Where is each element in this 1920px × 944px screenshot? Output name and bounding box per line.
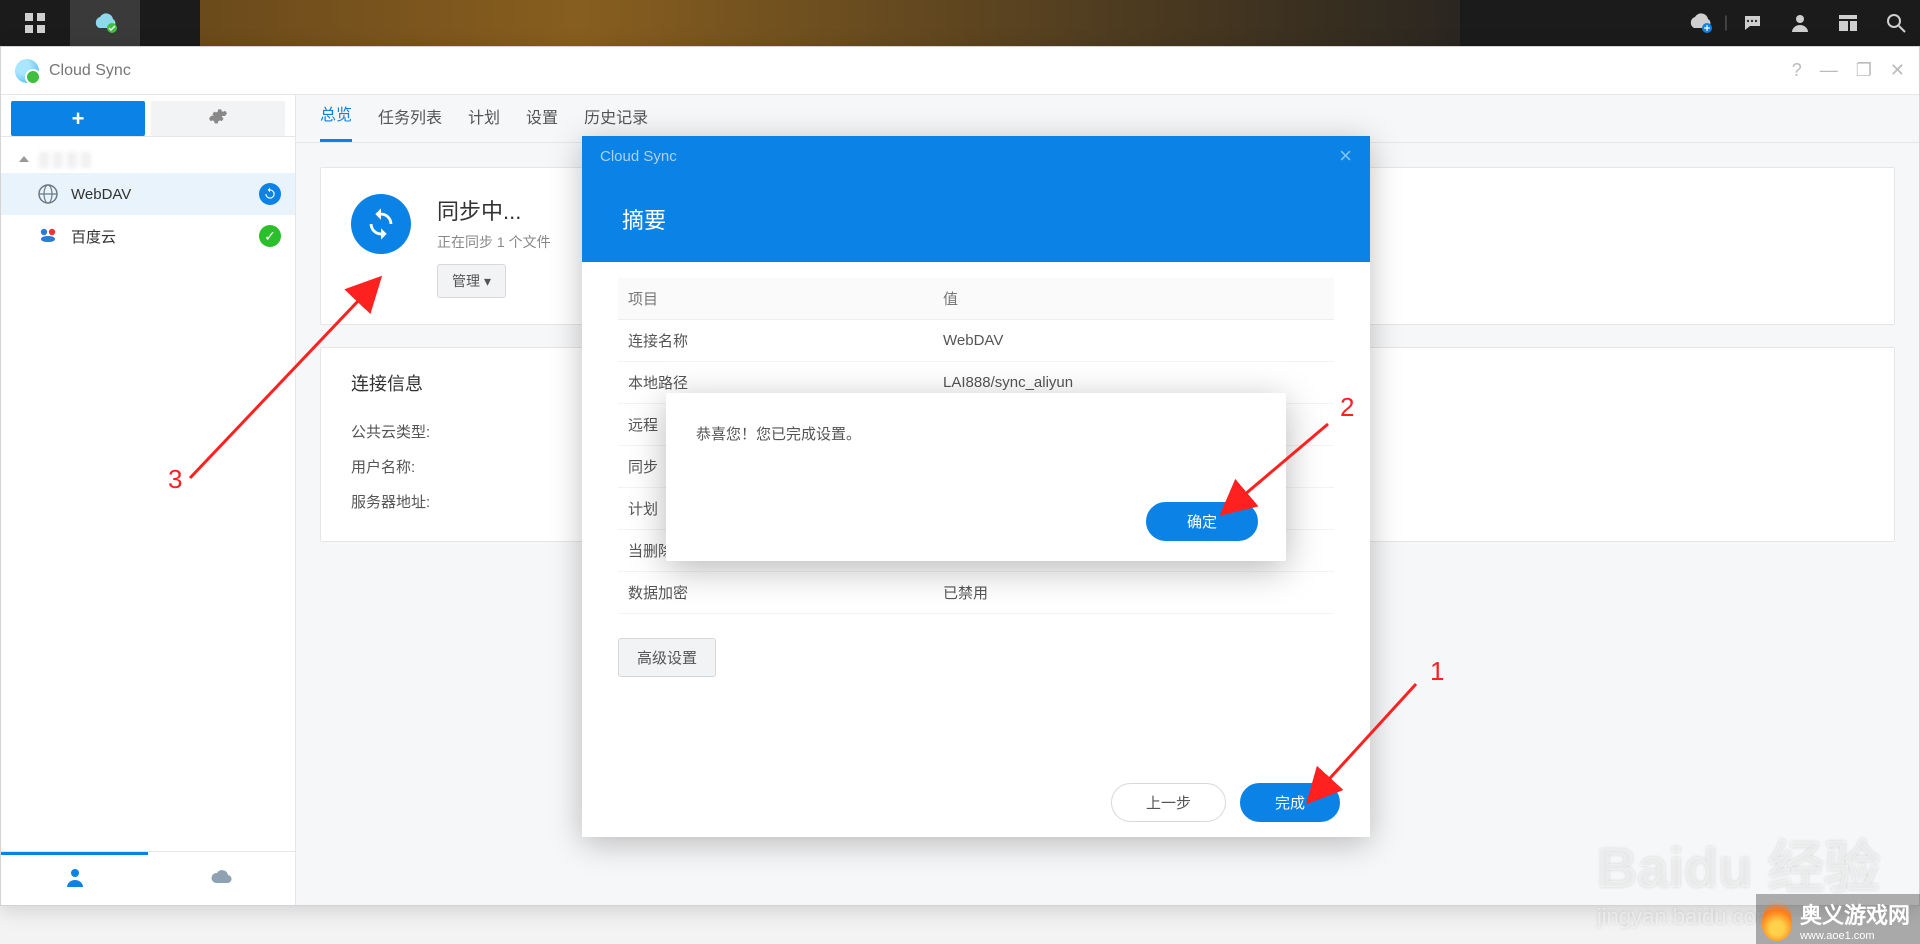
desktop-taskbar: | xyxy=(0,0,1920,46)
syncing-icon xyxy=(259,183,281,205)
taskbar-chat-icon[interactable] xyxy=(1728,0,1776,46)
wizard-header: 摘要 xyxy=(582,176,1370,262)
finish-button[interactable]: 完成 xyxy=(1240,783,1340,822)
overview-title: 同步中... xyxy=(437,194,551,226)
alert-ok-button[interactable]: 确定 xyxy=(1146,502,1258,541)
taskbar-widgets-icon[interactable] xyxy=(1824,0,1872,46)
chevron-up-icon xyxy=(19,156,29,162)
cloud-icon xyxy=(209,866,235,892)
chevron-down-icon: ▾ xyxy=(484,273,491,290)
tab-overview[interactable]: 总览 xyxy=(320,101,352,142)
wizard-app-name: Cloud Sync xyxy=(600,148,677,165)
alert-message: 恭喜您！您已完成设置。 xyxy=(696,423,1256,444)
overview-subtitle: 正在同步 1 个文件 xyxy=(437,232,551,252)
site-url: www.aoe1.com xyxy=(1800,930,1910,942)
tab-tasklist[interactable]: 任务列表 xyxy=(378,104,442,142)
taskbar-apps[interactable] xyxy=(0,0,70,46)
sidebar-group[interactable]: ▒▒▒▒ xyxy=(1,145,295,173)
connection-label: 用户名称: xyxy=(351,456,461,477)
app-titlebar: Cloud Sync ? — ❐ ✕ xyxy=(1,47,1919,95)
wizard-close-icon[interactable]: × xyxy=(1339,145,1352,167)
wizard-titlebar: Cloud Sync × xyxy=(582,136,1370,176)
manage-label: 管理 xyxy=(452,271,480,291)
alert-dialog: 恭喜您！您已完成设置。 确定 xyxy=(666,393,1286,561)
app-title: Cloud Sync xyxy=(49,62,131,80)
tab-schedule[interactable]: 计划 xyxy=(468,104,500,142)
webdav-icon xyxy=(37,183,59,205)
taskbar-user-icon[interactable] xyxy=(1776,0,1824,46)
baidu-icon xyxy=(37,225,59,247)
sidebar-settings-button[interactable] xyxy=(151,101,285,136)
table-row: 连接名称WebDAV xyxy=(618,320,1334,362)
sidebar-item-label: 百度云 xyxy=(71,226,116,247)
advanced-settings-button[interactable]: 高级设置 xyxy=(618,638,716,677)
site-badge: 奥义游戏网 www.aoe1.com xyxy=(1756,894,1920,944)
previous-button[interactable]: 上一步 xyxy=(1111,783,1226,822)
site-name: 奥义游戏网 xyxy=(1800,898,1910,930)
user-icon xyxy=(64,866,86,894)
sidebar-tab-cloud[interactable] xyxy=(148,852,295,905)
wizard-header-title: 摘要 xyxy=(622,203,666,235)
help-icon[interactable]: ? xyxy=(1792,60,1802,81)
maximize-icon[interactable]: ❐ xyxy=(1856,60,1872,81)
overview-sync-icon xyxy=(351,194,411,254)
app-icon xyxy=(15,59,39,83)
taskbar-banner xyxy=(200,0,1460,46)
flame-icon xyxy=(1762,899,1792,941)
close-icon[interactable]: ✕ xyxy=(1890,60,1905,81)
sidebar-tab-user[interactable] xyxy=(1,852,148,905)
wizard-col-value: 值 xyxy=(933,278,1334,320)
taskbar-cloud-sync[interactable] xyxy=(70,0,140,46)
add-connection-button[interactable]: + xyxy=(11,101,145,136)
tab-settings[interactable]: 设置 xyxy=(526,104,558,142)
connection-label: 公共云类型: xyxy=(351,421,461,442)
wizard-col-item: 项目 xyxy=(618,278,933,320)
gear-icon xyxy=(208,106,228,131)
sidebar-group-label: ▒▒▒▒ xyxy=(39,151,95,167)
minimize-icon[interactable]: — xyxy=(1820,60,1838,81)
sidebar: + ▒▒▒▒ WebDAV xyxy=(1,95,296,905)
taskbar-search-icon[interactable] xyxy=(1872,0,1920,46)
connection-label: 服务器地址: xyxy=(351,491,461,512)
sidebar-item-label: WebDAV xyxy=(71,186,131,203)
manage-dropdown[interactable]: 管理 ▾ xyxy=(437,264,506,298)
taskbar-cloud-status-icon[interactable] xyxy=(1676,0,1724,46)
sidebar-item-baidu[interactable]: 百度云 ✓ xyxy=(1,215,295,257)
table-row: 数据加密已禁用 xyxy=(618,572,1334,614)
ok-icon: ✓ xyxy=(259,225,281,247)
sidebar-item-webdav[interactable]: WebDAV xyxy=(1,173,295,215)
